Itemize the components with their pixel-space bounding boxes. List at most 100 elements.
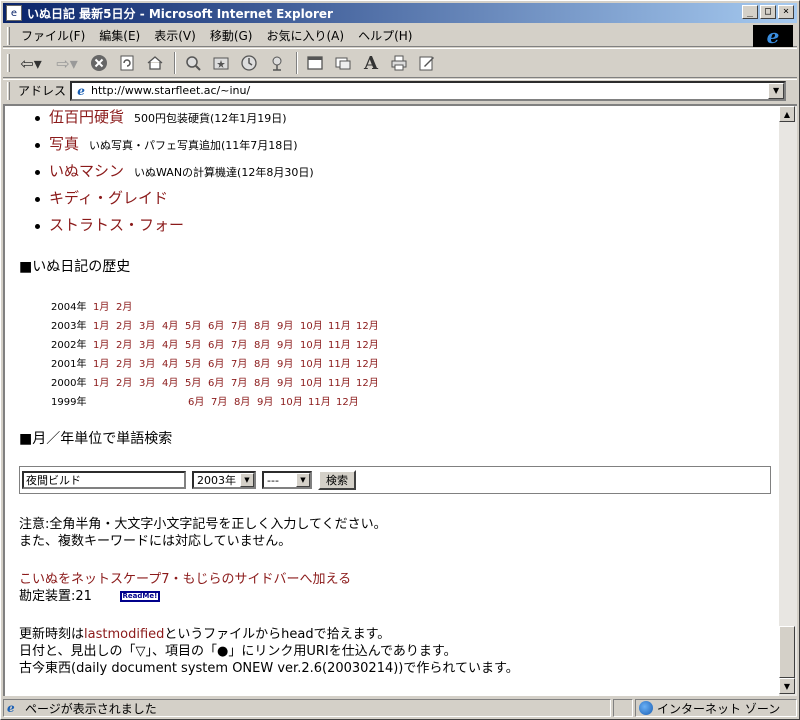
link-kiddy-grade[interactable]: キディ・グレイド: [49, 187, 168, 208]
history-month-link[interactable]: 1月: [93, 355, 112, 370]
history-month-link[interactable]: 3月: [139, 317, 158, 332]
history-month-link[interactable]: 3月: [139, 336, 158, 351]
fullscreen-icon[interactable]: [302, 51, 328, 75]
close-button[interactable]: ×: [778, 5, 794, 19]
history-month-link[interactable]: 4月: [162, 317, 181, 332]
history-month-link[interactable]: 5月: [185, 374, 204, 389]
mail-icon[interactable]: [330, 51, 356, 75]
history-icon[interactable]: [236, 51, 262, 75]
history-month-link[interactable]: 12月: [356, 355, 380, 370]
history-month-link[interactable]: 5月: [185, 355, 204, 370]
link-500yen[interactable]: 伍百円硬貨: [49, 106, 124, 127]
history-month-link[interactable]: 8月: [254, 317, 273, 332]
vertical-scrollbar[interactable]: ▲ ▼: [779, 104, 797, 696]
history-month-link[interactable]: 7月: [231, 355, 250, 370]
history-month-link[interactable]: 3月: [139, 374, 158, 389]
history-month-link[interactable]: 10月: [300, 374, 324, 389]
history-month-link[interactable]: 7月: [231, 317, 250, 332]
history-month-link[interactable]: 12月: [356, 374, 380, 389]
menu-file[interactable]: ファイル(F): [14, 25, 92, 46]
link-inu-machine[interactable]: いぬマシン: [49, 160, 124, 181]
lastmodified-link[interactable]: lastmodified: [84, 627, 164, 642]
address-input[interactable]: [91, 84, 752, 97]
history-month-link[interactable]: 1月: [93, 336, 112, 351]
month-select[interactable]: --- ▼: [262, 471, 312, 489]
history-month-link[interactable]: 7月: [231, 336, 250, 351]
history-month-link[interactable]: 6月: [208, 355, 227, 370]
history-month-link[interactable]: 2月: [116, 374, 135, 389]
history-month-link[interactable]: 2月: [116, 298, 135, 313]
favorites-icon[interactable]: [208, 51, 234, 75]
history-month-link[interactable]: 5月: [185, 336, 204, 351]
history-month-link[interactable]: 10月: [300, 336, 324, 351]
history-month-link[interactable]: 6月: [188, 393, 207, 408]
readme-badge[interactable]: ReadMe!: [119, 591, 160, 602]
scroll-down-icon[interactable]: ▼: [779, 678, 795, 694]
home-icon[interactable]: [142, 51, 168, 75]
edit-icon[interactable]: [414, 51, 440, 75]
history-month-link[interactable]: 12月: [336, 393, 360, 408]
history-month-link[interactable]: 1月: [93, 317, 112, 332]
back-arrow-icon[interactable]: ⇦▾: [14, 51, 48, 75]
history-month-link[interactable]: 9月: [277, 355, 296, 370]
year-select[interactable]: 2003年 ▼: [192, 471, 256, 489]
history-month-link[interactable]: 1月: [93, 374, 112, 389]
menu-go[interactable]: 移動(G): [203, 25, 260, 46]
print-icon[interactable]: [386, 51, 412, 75]
history-month-link[interactable]: 7月: [231, 374, 250, 389]
menu-edit[interactable]: 編集(E): [92, 25, 147, 46]
history-month-link[interactable]: 10月: [300, 355, 324, 370]
search-icon[interactable]: [180, 51, 206, 75]
history-month-link[interactable]: 11月: [308, 393, 332, 408]
link-stratos-four[interactable]: ストラトス・フォー: [49, 214, 184, 235]
history-month-link[interactable]: 2月: [116, 355, 135, 370]
history-month-link[interactable]: 8月: [254, 374, 273, 389]
menu-view[interactable]: 表示(V): [147, 25, 203, 46]
title-bar[interactable]: e いぬ日記 最新5日分 - Microsoft Internet Explor…: [3, 3, 797, 23]
font-icon[interactable]: A: [358, 51, 384, 75]
link-photo[interactable]: 写真: [49, 133, 79, 154]
history-month-link[interactable]: 4月: [162, 374, 181, 389]
history-month-link[interactable]: 9月: [257, 393, 276, 408]
history-month-link[interactable]: 7月: [211, 393, 230, 408]
history-month-link[interactable]: 12月: [356, 336, 380, 351]
history-month-link[interactable]: 4月: [162, 355, 181, 370]
menu-favorites[interactable]: お気に入り(A): [259, 25, 351, 46]
history-month-link[interactable]: 11月: [328, 374, 352, 389]
history-month-link[interactable]: 1月: [93, 298, 112, 313]
history-month-link[interactable]: 10月: [280, 393, 304, 408]
history-month-link[interactable]: 8月: [254, 336, 273, 351]
scroll-thumb[interactable]: [779, 626, 795, 678]
sidebar-add-link[interactable]: こいぬをネットスケープ7・もじらのサイドバーへ加える: [19, 572, 351, 587]
search-input[interactable]: [22, 471, 186, 489]
search-button[interactable]: 検索: [318, 470, 356, 490]
address-dropdown-icon[interactable]: ▼: [768, 82, 785, 99]
address-field[interactable]: e ▼: [70, 80, 787, 101]
history-month-link[interactable]: 9月: [277, 374, 296, 389]
history-month-link[interactable]: 3月: [139, 355, 158, 370]
history-month-link[interactable]: 5月: [185, 317, 204, 332]
history-month-link[interactable]: 4月: [162, 336, 181, 351]
refresh-icon[interactable]: [114, 51, 140, 75]
history-month-link[interactable]: 8月: [254, 355, 273, 370]
stop-icon[interactable]: [86, 51, 112, 75]
history-month-link[interactable]: 6月: [208, 317, 227, 332]
forward-arrow-icon[interactable]: ⇨▾: [50, 51, 84, 75]
minimize-button[interactable]: _: [742, 5, 758, 19]
history-month-link[interactable]: 8月: [234, 393, 253, 408]
history-month-link[interactable]: 10月: [300, 317, 324, 332]
history-month-link[interactable]: 2月: [116, 317, 135, 332]
history-month-link[interactable]: 2月: [116, 336, 135, 351]
history-month-link[interactable]: 6月: [208, 336, 227, 351]
history-month-link[interactable]: 12月: [356, 317, 380, 332]
maximize-button[interactable]: □: [760, 5, 776, 19]
history-month-link[interactable]: 6月: [208, 374, 227, 389]
menu-help[interactable]: ヘルプ(H): [351, 25, 419, 46]
history-month-link[interactable]: 11月: [328, 355, 352, 370]
scroll-up-icon[interactable]: ▲: [779, 106, 795, 122]
history-month-link[interactable]: 9月: [277, 317, 296, 332]
channels-icon[interactable]: [264, 51, 290, 75]
history-month-link[interactable]: 11月: [328, 317, 352, 332]
history-month-link[interactable]: 9月: [277, 336, 296, 351]
history-month-link[interactable]: 11月: [328, 336, 352, 351]
